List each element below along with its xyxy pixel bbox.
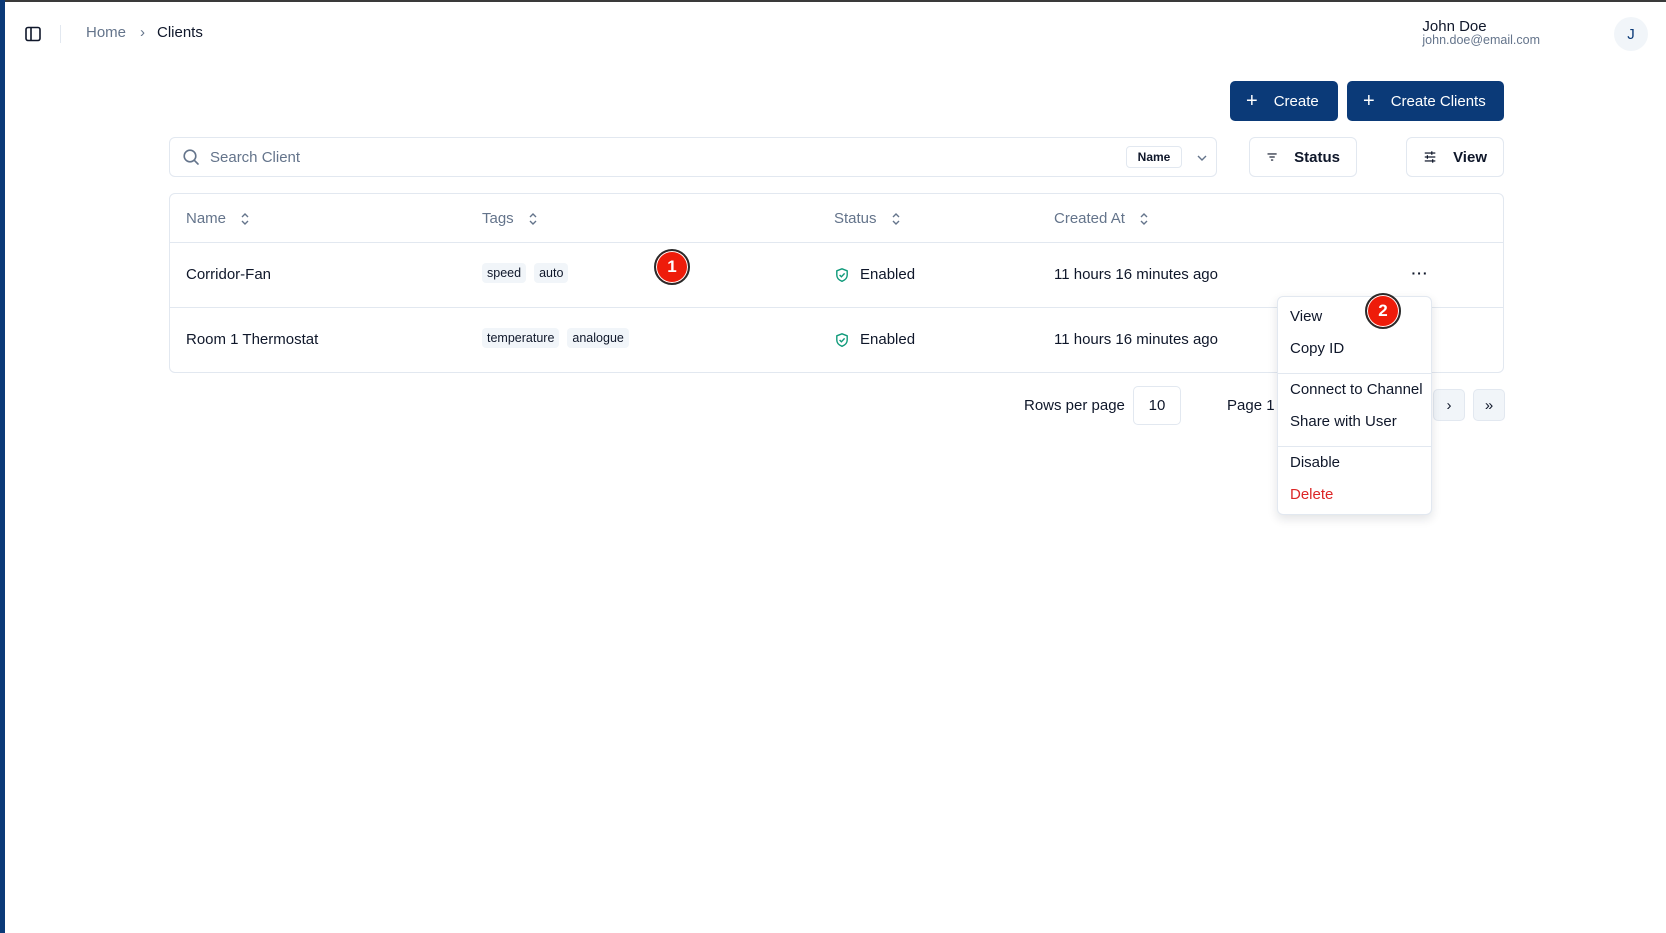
menu-item-delete[interactable]: Delete	[1290, 486, 1333, 503]
tag-badge: speed	[482, 263, 527, 283]
create-clients-label: Create Clients	[1390, 92, 1486, 110]
client-name: Room 1 Thermostat	[186, 331, 319, 348]
sidebar-toggle-icon[interactable]	[23, 24, 43, 44]
sort-icon	[529, 212, 537, 225]
tag-badge: analogue	[567, 328, 629, 348]
shield-check-icon	[836, 332, 848, 347]
status-filter-label: Status	[1294, 148, 1340, 166]
chevron-down-icon[interactable]	[1196, 151, 1208, 163]
tag-badge: temperature	[482, 328, 560, 348]
last-page-button[interactable]: »	[1473, 389, 1505, 421]
client-tags: temperature analogue	[482, 328, 629, 348]
header: Home › Clients John Doe john.doe@email.c…	[5, 2, 1666, 64]
rows-per-page-select[interactable]: 10	[1133, 386, 1181, 425]
status-badge: Enabled	[834, 331, 915, 348]
sort-icon	[1140, 212, 1148, 225]
shield-check-icon	[836, 267, 848, 282]
menu-item-connect-to-channel[interactable]: Connect to Channel	[1290, 381, 1423, 398]
client-tags: speed auto	[482, 263, 569, 283]
search-field-select[interactable]: Name	[1126, 146, 1182, 168]
column-label: Created At	[1054, 210, 1125, 227]
user-name: John Doe	[1422, 18, 1487, 35]
user-email: john.doe@email.com	[1422, 33, 1540, 47]
left-accent-bar	[0, 0, 5, 933]
column-header-tags[interactable]: Tags	[482, 210, 538, 227]
status-badge: Enabled	[834, 266, 915, 283]
annotation-badge-2: 2	[1365, 293, 1401, 329]
plus-icon: +	[1246, 90, 1258, 112]
search-icon	[182, 148, 200, 166]
row-actions-menu: View Copy ID Connect to Channel Share wi…	[1277, 296, 1432, 515]
table-header: Name Tags Status Created At	[170, 194, 1503, 243]
page-indicator: Page 1	[1227, 397, 1275, 414]
sort-icon	[241, 212, 249, 225]
create-button[interactable]: + Create	[1230, 81, 1338, 121]
menu-item-share-with-user[interactable]: Share with User	[1290, 413, 1397, 430]
row-actions-button[interactable]: ···	[1408, 261, 1432, 285]
search-input[interactable]	[210, 138, 1110, 176]
breadcrumb-chevron-icon: ›	[140, 24, 145, 41]
user-info: John Doe john.doe@email.com	[1422, 19, 1540, 47]
next-page-button[interactable]: ›	[1433, 389, 1465, 421]
status-filter-button[interactable]: Status	[1249, 137, 1357, 177]
create-clients-button[interactable]: + Create Clients	[1347, 81, 1504, 121]
view-options-label: View	[1453, 148, 1487, 166]
filter-icon	[1267, 153, 1277, 161]
create-label: Create	[1273, 92, 1319, 110]
created-at: 11 hours 16 minutes ago	[1054, 331, 1218, 348]
breadcrumb-home[interactable]: Home	[86, 24, 126, 41]
created-at: 11 hours 16 minutes ago	[1054, 266, 1218, 283]
menu-item-disable[interactable]: Disable	[1290, 454, 1340, 471]
avatar[interactable]: J	[1614, 17, 1648, 51]
search-bar: Name	[169, 137, 1217, 177]
menu-divider	[1278, 446, 1431, 447]
status-text: Enabled	[860, 266, 916, 283]
status-text: Enabled	[860, 331, 916, 348]
column-header-name[interactable]: Name	[186, 210, 250, 227]
rows-per-page-label: Rows per page	[1024, 397, 1125, 414]
sliders-icon	[1424, 151, 1436, 163]
sort-icon	[892, 212, 900, 225]
view-options-button[interactable]: View	[1406, 137, 1504, 177]
column-header-created-at[interactable]: Created At	[1054, 210, 1149, 227]
menu-item-copy-id[interactable]: Copy ID	[1290, 340, 1344, 357]
annotation-badge-1: 1	[654, 249, 690, 285]
column-label: Name	[186, 210, 227, 227]
breadcrumb-current: Clients	[157, 24, 203, 41]
menu-divider	[1278, 373, 1431, 374]
plus-icon: +	[1363, 90, 1375, 112]
tag-badge: auto	[534, 263, 569, 283]
column-header-status[interactable]: Status	[834, 210, 901, 227]
menu-item-view[interactable]: View	[1290, 308, 1322, 325]
client-name: Corridor-Fan	[186, 266, 272, 283]
header-divider	[60, 25, 61, 43]
column-label: Tags	[482, 210, 514, 227]
column-label: Status	[834, 210, 877, 227]
